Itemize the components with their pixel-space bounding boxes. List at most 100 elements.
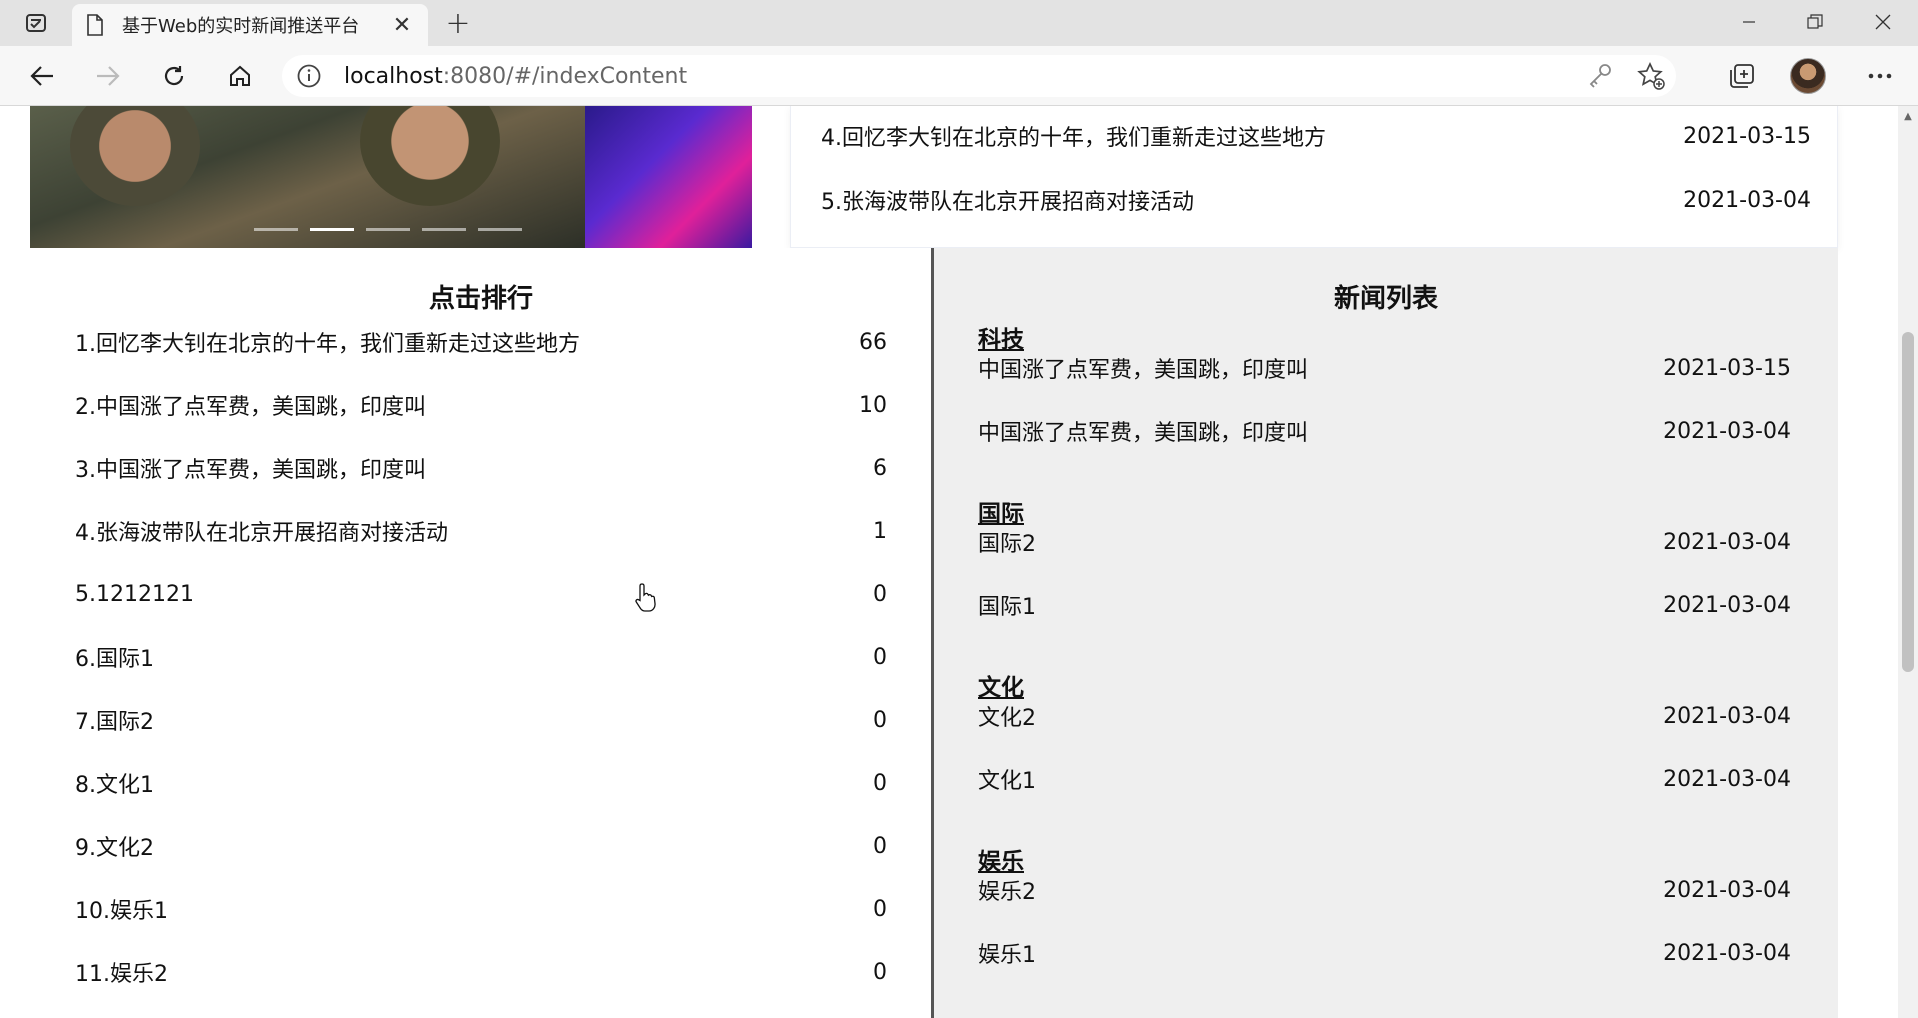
news-date: 2021-03-04 [1663, 877, 1791, 903]
more-icon[interactable] [1860, 58, 1900, 94]
table-row[interactable]: 10.娱乐1 0 [75, 889, 887, 929]
news-date: 2021-03-04 [1663, 529, 1791, 555]
rank-item-title[interactable]: 11.娱乐2 [75, 956, 168, 988]
rank-item-title[interactable]: 4.张海波带队在北京开展招商对接活动 [75, 515, 448, 547]
rank-item-title[interactable]: 2.中国涨了点军费，美国跳，印度叫 [75, 389, 426, 421]
list-item[interactable]: 娱乐1 2021-03-04 [978, 933, 1791, 973]
news-title[interactable]: 中国涨了点军费，美国跳，印度叫 [978, 415, 1308, 447]
news-title[interactable]: 4.回忆李大钊在北京的十年，我们重新走过这些地方 [821, 120, 1326, 152]
carousel-indicators [254, 228, 522, 231]
url-path: :8080/#/indexContent [442, 63, 688, 89]
news-date: 2021-03-04 [1663, 418, 1791, 444]
news-date: 2021-03-15 [1683, 123, 1811, 149]
table-row[interactable]: 11.娱乐2 0 [75, 952, 887, 992]
table-row[interactable]: 8.文化1 0 [75, 763, 887, 803]
favorite-add-icon[interactable] [1636, 61, 1666, 95]
rank-item-title[interactable]: 9.文化2 [75, 830, 154, 862]
address-bar[interactable]: localhost:8080/#/indexContent [282, 55, 1676, 97]
news-date: 2021-03-04 [1663, 703, 1791, 729]
news-date: 2021-03-04 [1663, 766, 1791, 792]
news-title[interactable]: 娱乐2 [978, 874, 1036, 906]
news-date: 2021-03-04 [1663, 592, 1791, 618]
rank-item-clicks: 0 [873, 770, 887, 796]
rank-item-title[interactable]: 8.文化1 [75, 767, 154, 799]
news-title[interactable]: 文化1 [978, 763, 1036, 795]
news-carousel[interactable] [30, 106, 752, 248]
news-date: 2021-03-15 [1663, 355, 1791, 381]
home-icon[interactable] [220, 58, 260, 94]
hand-cursor-icon [634, 582, 658, 614]
news-title[interactable]: 国际1 [978, 589, 1036, 621]
browser-toolbar: localhost:8080/#/indexContent [0, 46, 1918, 106]
refresh-icon[interactable] [154, 58, 194, 94]
list-item[interactable]: 4.回忆李大钊在北京的十年，我们重新走过这些地方 2021-03-15 [821, 116, 1811, 156]
table-row[interactable]: 2.中国涨了点军费，美国跳，印度叫 10 [75, 385, 887, 425]
table-row[interactable]: 5.1212121 0 [75, 574, 887, 614]
tab-actions-icon[interactable] [16, 9, 56, 37]
rank-item-title[interactable]: 1.回忆李大钊在北京的十年，我们重新走过这些地方 [75, 326, 580, 358]
minimize-icon[interactable] [1716, 0, 1782, 44]
news-title[interactable]: 文化2 [978, 700, 1036, 732]
info-icon[interactable] [296, 63, 322, 89]
rank-item-title[interactable]: 7.国际2 [75, 704, 154, 736]
page-scrollbar[interactable]: ▲ [1898, 106, 1918, 1018]
list-item[interactable]: 5.张海波带队在北京开展招商对接活动 2021-03-04 [821, 180, 1811, 220]
rank-item-clicks: 0 [873, 959, 887, 985]
plus-icon[interactable]: + [442, 6, 474, 41]
carousel-dot-active[interactable] [310, 228, 354, 231]
table-row[interactable]: 3.中国涨了点军费，美国跳，印度叫 6 [75, 448, 887, 488]
table-row[interactable]: 6.国际1 0 [75, 637, 887, 677]
rank-item-title[interactable]: 10.娱乐1 [75, 893, 168, 925]
page-viewport: 4.回忆李大钊在北京的十年，我们重新走过这些地方 2021-03-15 5.张海… [0, 106, 1898, 1018]
click-ranking-panel: 点击排行 1.回忆李大钊在北京的十年，我们重新走过这些地方 66 2.中国涨了点军… [30, 248, 932, 1018]
carousel-dot[interactable] [478, 228, 522, 231]
rank-title: 点击排行 [428, 284, 533, 314]
table-row[interactable]: 9.文化2 0 [75, 826, 887, 866]
carousel-dot[interactable] [366, 228, 410, 231]
document-icon [86, 14, 104, 36]
tab-bar: 基于Web的实时新闻推送平台 ✕ + [0, 0, 1918, 46]
list-item[interactable]: 文化1 2021-03-04 [978, 759, 1791, 799]
list-item[interactable]: 中国涨了点军费，美国跳，印度叫 2021-03-04 [978, 411, 1791, 451]
table-row[interactable]: 4.张海波带队在北京开展招商对接活动 1 [75, 511, 887, 551]
list-item[interactable]: 中国涨了点军费，美国跳，印度叫 2021-03-15 [978, 348, 1791, 388]
rank-item-clicks: 10 [859, 392, 887, 418]
avatar[interactable] [1790, 58, 1826, 94]
scroll-up-arrow-icon[interactable]: ▲ [1902, 110, 1914, 122]
rank-item-clicks: 0 [873, 896, 887, 922]
forward-icon[interactable] [88, 58, 128, 94]
top-news-list: 4.回忆李大钊在北京的十年，我们重新走过这些地方 2021-03-15 5.张海… [790, 106, 1838, 248]
news-list-panel: 新闻列表 科技 中国涨了点军费，美国跳，印度叫 2021-03-15 中国涨了点军… [934, 248, 1838, 1018]
rank-item-clicks: 0 [873, 581, 887, 607]
rank-item-clicks: 6 [873, 455, 887, 481]
news-title[interactable]: 5.张海波带队在北京开展招商对接活动 [821, 184, 1194, 216]
list-item[interactable]: 国际2 2021-03-04 [978, 522, 1791, 562]
collections-icon[interactable] [1722, 58, 1762, 94]
rank-item-title[interactable]: 6.国际1 [75, 641, 154, 673]
table-row[interactable]: 7.国际2 0 [75, 700, 887, 740]
rank-item-title[interactable]: 3.中国涨了点军费，美国跳，印度叫 [75, 452, 426, 484]
news-title[interactable]: 中国涨了点军费，美国跳，印度叫 [978, 352, 1308, 384]
rank-item-clicks: 66 [859, 329, 887, 355]
carousel-photo-soldiers [30, 106, 585, 248]
news-title[interactable]: 国际2 [978, 526, 1036, 558]
news-title[interactable]: 娱乐1 [978, 937, 1036, 969]
key-icon[interactable] [1586, 61, 1614, 95]
restore-icon[interactable] [1782, 0, 1848, 44]
url-host: localhost [344, 63, 443, 89]
news-date: 2021-03-04 [1663, 940, 1791, 966]
window-close-icon[interactable] [1850, 0, 1916, 44]
scroll-thumb[interactable] [1902, 332, 1914, 672]
news-list-title: 新闻列表 [1333, 284, 1438, 314]
list-item[interactable]: 娱乐2 2021-03-04 [978, 870, 1791, 910]
list-item[interactable]: 文化2 2021-03-04 [978, 696, 1791, 736]
close-icon[interactable]: ✕ [390, 13, 414, 38]
table-row[interactable]: 1.回忆李大钊在北京的十年，我们重新走过这些地方 66 [75, 322, 887, 362]
carousel-dot[interactable] [422, 228, 466, 231]
rank-item-title[interactable]: 5.1212121 [75, 582, 194, 607]
back-icon[interactable] [22, 58, 62, 94]
browser-tab[interactable]: 基于Web的实时新闻推送平台 ✕ [72, 4, 428, 46]
rank-item-clicks: 0 [873, 833, 887, 859]
carousel-dot[interactable] [254, 228, 298, 231]
list-item[interactable]: 国际1 2021-03-04 [978, 585, 1791, 625]
